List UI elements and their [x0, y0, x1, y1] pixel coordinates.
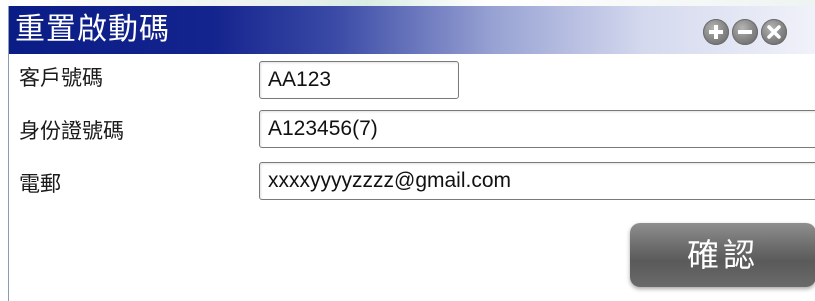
dialog-titlebar[interactable]: 重置啟動碼: [9, 6, 815, 54]
close-icon: [767, 25, 781, 39]
email-field[interactable]: [259, 162, 815, 200]
minus-icon: [738, 30, 752, 34]
customer-number-label: 客戶號碼: [19, 66, 103, 90]
reset-activation-code-dialog: 重置啟動碼 客戶號碼 身份證號碼: [8, 6, 815, 301]
close-button[interactable]: [761, 19, 787, 45]
plus-icon: [709, 25, 723, 39]
id-number-field[interactable]: [259, 110, 815, 148]
id-number-label: 身份證號碼: [19, 119, 124, 143]
confirm-button[interactable]: 確認: [630, 223, 815, 287]
minimize-button[interactable]: [732, 19, 758, 45]
page-root: 重置啟動碼 客戶號碼 身份證號碼: [0, 0, 815, 301]
dialog-title: 重置啟動碼: [15, 12, 170, 47]
email-label: 電郵: [19, 172, 61, 196]
maximize-button[interactable]: [703, 19, 729, 45]
customer-number-field[interactable]: [259, 61, 459, 99]
